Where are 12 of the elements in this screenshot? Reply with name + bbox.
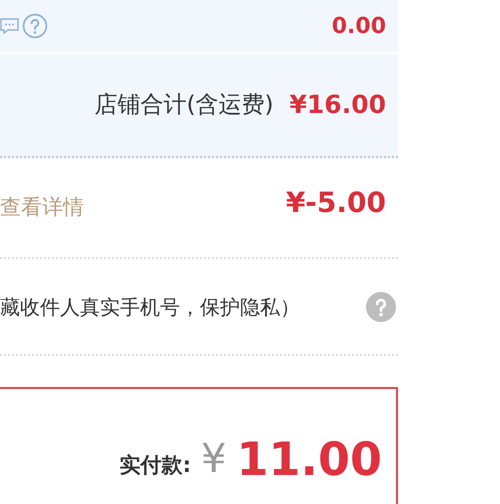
help-icon[interactable] (22, 13, 48, 39)
payment-label: 实付款: (120, 452, 192, 480)
discount-amount: 0.00 (332, 12, 386, 40)
shop-total-label: 店铺合计(含运费) (94, 90, 274, 120)
view-details-link[interactable]: 查看详情 (0, 192, 84, 224)
promotion-amount: ¥-5.00 (286, 184, 386, 220)
chat-icon[interactable] (0, 16, 20, 36)
privacy-text: 藏收件人真实手机号，保护隐私） (0, 294, 300, 320)
help-icon[interactable] (366, 292, 396, 322)
shop-total-amount: ¥16.00 (290, 89, 386, 122)
currency-symbol: ¥ (201, 435, 226, 484)
payment-amount: 11.00 (236, 436, 382, 482)
